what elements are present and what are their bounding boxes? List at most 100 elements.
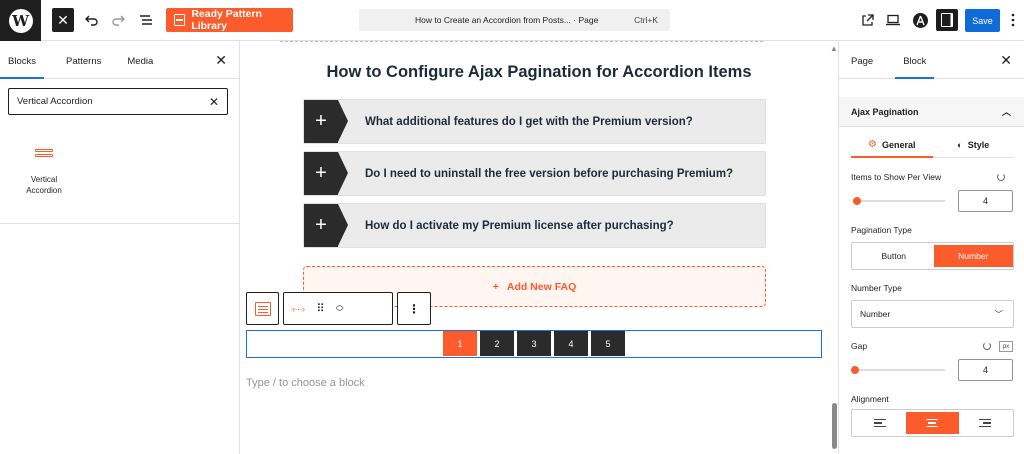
view-page-button[interactable]: [857, 9, 877, 31]
canvas-scrollbar[interactable]: [832, 403, 837, 449]
block-mover-group: ‹···› ⠿ ︿ ﹀: [283, 292, 393, 325]
tab-blocks[interactable]: Blocks: [0, 56, 44, 79]
inserter-tabs: Blocks Patterns Media ✕: [0, 41, 239, 79]
accordion-question: What additional features do I get with t…: [365, 115, 693, 128]
settings-sidebar-toggle[interactable]: [936, 9, 958, 31]
pagination-type-number-option[interactable]: Number: [933, 245, 1013, 267]
block-type-button[interactable]: [246, 292, 279, 325]
reset-icon[interactable]: [983, 342, 991, 350]
drag-handle-icon[interactable]: ⠿: [317, 302, 325, 315]
alignment-toggle: [851, 409, 1014, 437]
slider-knob[interactable]: [851, 366, 859, 374]
astra-settings-button[interactable]: [910, 9, 930, 31]
page-button[interactable]: 1: [443, 331, 477, 356]
accordion-question: How do I activate my Premium license aft…: [365, 219, 674, 232]
block-appender-placeholder[interactable]: Type / to choose a block: [246, 377, 365, 389]
ready-pattern-library-button[interactable]: Ready Pattern Library: [166, 8, 293, 32]
close-inserter-icon[interactable]: ✕: [215, 52, 227, 69]
ready-pattern-library-label: Ready Pattern Library: [191, 8, 262, 32]
block-options-button[interactable]: ⋮: [397, 292, 431, 325]
expand-plus-icon[interactable]: +: [304, 204, 348, 247]
divider: [0, 223, 240, 224]
number-type-select[interactable]: Number ﹀: [851, 300, 1014, 328]
number-type-label: Number Type: [851, 283, 902, 293]
pagination-type-button-option[interactable]: Button: [854, 245, 934, 267]
page-button[interactable]: 2: [480, 331, 514, 356]
tab-style-label: Style: [967, 139, 990, 150]
close-inserter-button[interactable]: ✕: [52, 8, 74, 32]
settings-sidebar: Page Block ✕ Ajax Pagination ︿ ⚙ General…: [838, 41, 1024, 454]
scroll-up-icon[interactable]: ▲: [830, 44, 838, 53]
tab-page[interactable]: Page: [843, 56, 881, 78]
accordion-item[interactable]: + What additional features do I get with…: [303, 99, 766, 144]
pagination-block[interactable]: 1 2 3 4 5: [246, 330, 822, 358]
tab-general[interactable]: ⚙ General: [851, 132, 933, 158]
chevron-up-icon: ︿: [1001, 107, 1011, 117]
document-overview-button[interactable]: [136, 9, 156, 31]
panel-title: Ajax Pagination: [851, 106, 919, 117]
slider-knob[interactable]: [853, 197, 861, 205]
align-right-option[interactable]: [959, 412, 1011, 434]
close-sidebar-icon[interactable]: ✕: [1000, 52, 1012, 69]
block-result-vertical-accordion[interactable]: Vertical Accordion: [20, 149, 68, 196]
gear-icon: ⚙: [868, 139, 877, 150]
expand-plus-icon[interactable]: +: [304, 152, 348, 195]
gap-label: Gap: [851, 341, 868, 351]
document-title: How to Create an Accordion from Posts...…: [415, 15, 599, 25]
editor-canvas[interactable]: ▲ How to Configure Ajax Pagination for A…: [240, 41, 838, 454]
more-vertical-icon: ⋮: [408, 301, 420, 316]
gap-input[interactable]: 4: [958, 359, 1013, 381]
number-type-value: Number: [860, 309, 891, 319]
accordion-item[interactable]: + Do I need to uninstall the free versio…: [303, 151, 766, 196]
accordion-block-icon: [35, 149, 53, 165]
unit-selector[interactable]: px: [999, 341, 1013, 352]
undo-button[interactable]: [82, 9, 102, 31]
block-toolbar: ‹···› ⠿ ︿ ﹀ ⋮: [246, 292, 431, 325]
desktop-icon: [886, 14, 900, 26]
items-per-view-slider[interactable]: [853, 197, 945, 205]
block-search-input[interactable]: [17, 96, 203, 107]
accordion-question: Do I need to uninstall the free version …: [365, 167, 734, 180]
gap-slider[interactable]: [851, 366, 945, 374]
redo-button[interactable]: [108, 9, 128, 31]
accordion-item[interactable]: + How do I activate my Premium license a…: [303, 203, 766, 248]
page-button[interactable]: 5: [591, 331, 625, 356]
tab-media[interactable]: Media: [119, 56, 161, 78]
page-button[interactable]: 3: [517, 331, 551, 356]
align-left-option[interactable]: [854, 412, 906, 434]
pagination-buttons: 1 2 3 4 5: [443, 331, 625, 356]
chevron-down-icon: ﹀: [994, 309, 1003, 319]
pagination-type-label: Pagination Type: [851, 225, 912, 235]
items-per-view-input[interactable]: 4: [958, 190, 1013, 212]
ajax-pagination-panel-header[interactable]: Ajax Pagination ︿: [839, 97, 1024, 127]
preview-button[interactable]: [883, 9, 903, 31]
clear-search-icon[interactable]: ✕: [209, 95, 219, 109]
transform-icon[interactable]: ‹···›: [292, 304, 305, 314]
more-vertical-icon: [1011, 13, 1015, 27]
block-result-label: Vertical Accordion: [26, 175, 62, 195]
options-menu-button[interactable]: [1006, 9, 1020, 31]
pagination-type-toggle: Button Number: [851, 242, 1014, 270]
document-bar[interactable]: How to Create an Accordion from Posts...…: [359, 9, 670, 31]
expand-plus-icon[interactable]: +: [304, 100, 348, 143]
plus-icon: +: [492, 280, 499, 293]
wordpress-logo-icon: W: [8, 8, 33, 33]
align-center-icon: [926, 419, 939, 427]
list-view-icon: [140, 15, 152, 25]
wordpress-logo-button[interactable]: W: [0, 0, 41, 41]
command-shortcut: Ctrl+K: [634, 15, 658, 25]
move-down-icon[interactable]: ﹀: [336, 308, 344, 317]
reset-icon[interactable]: [997, 173, 1005, 181]
tab-block[interactable]: Block: [895, 56, 935, 79]
block-boundary: [280, 41, 763, 42]
align-right-icon: [978, 419, 991, 427]
page-button[interactable]: 4: [554, 331, 588, 356]
library-icon: [174, 14, 186, 26]
undo-icon: [85, 15, 98, 26]
tab-patterns[interactable]: Patterns: [58, 56, 109, 78]
block-search-field[interactable]: ✕: [8, 88, 228, 115]
save-button[interactable]: Save: [965, 9, 1000, 32]
align-center-option[interactable]: [906, 412, 959, 434]
tab-style[interactable]: ◐ Style: [933, 132, 1015, 157]
accordion-heading[interactable]: How to Configure Ajax Pagination for Acc…: [240, 63, 838, 82]
